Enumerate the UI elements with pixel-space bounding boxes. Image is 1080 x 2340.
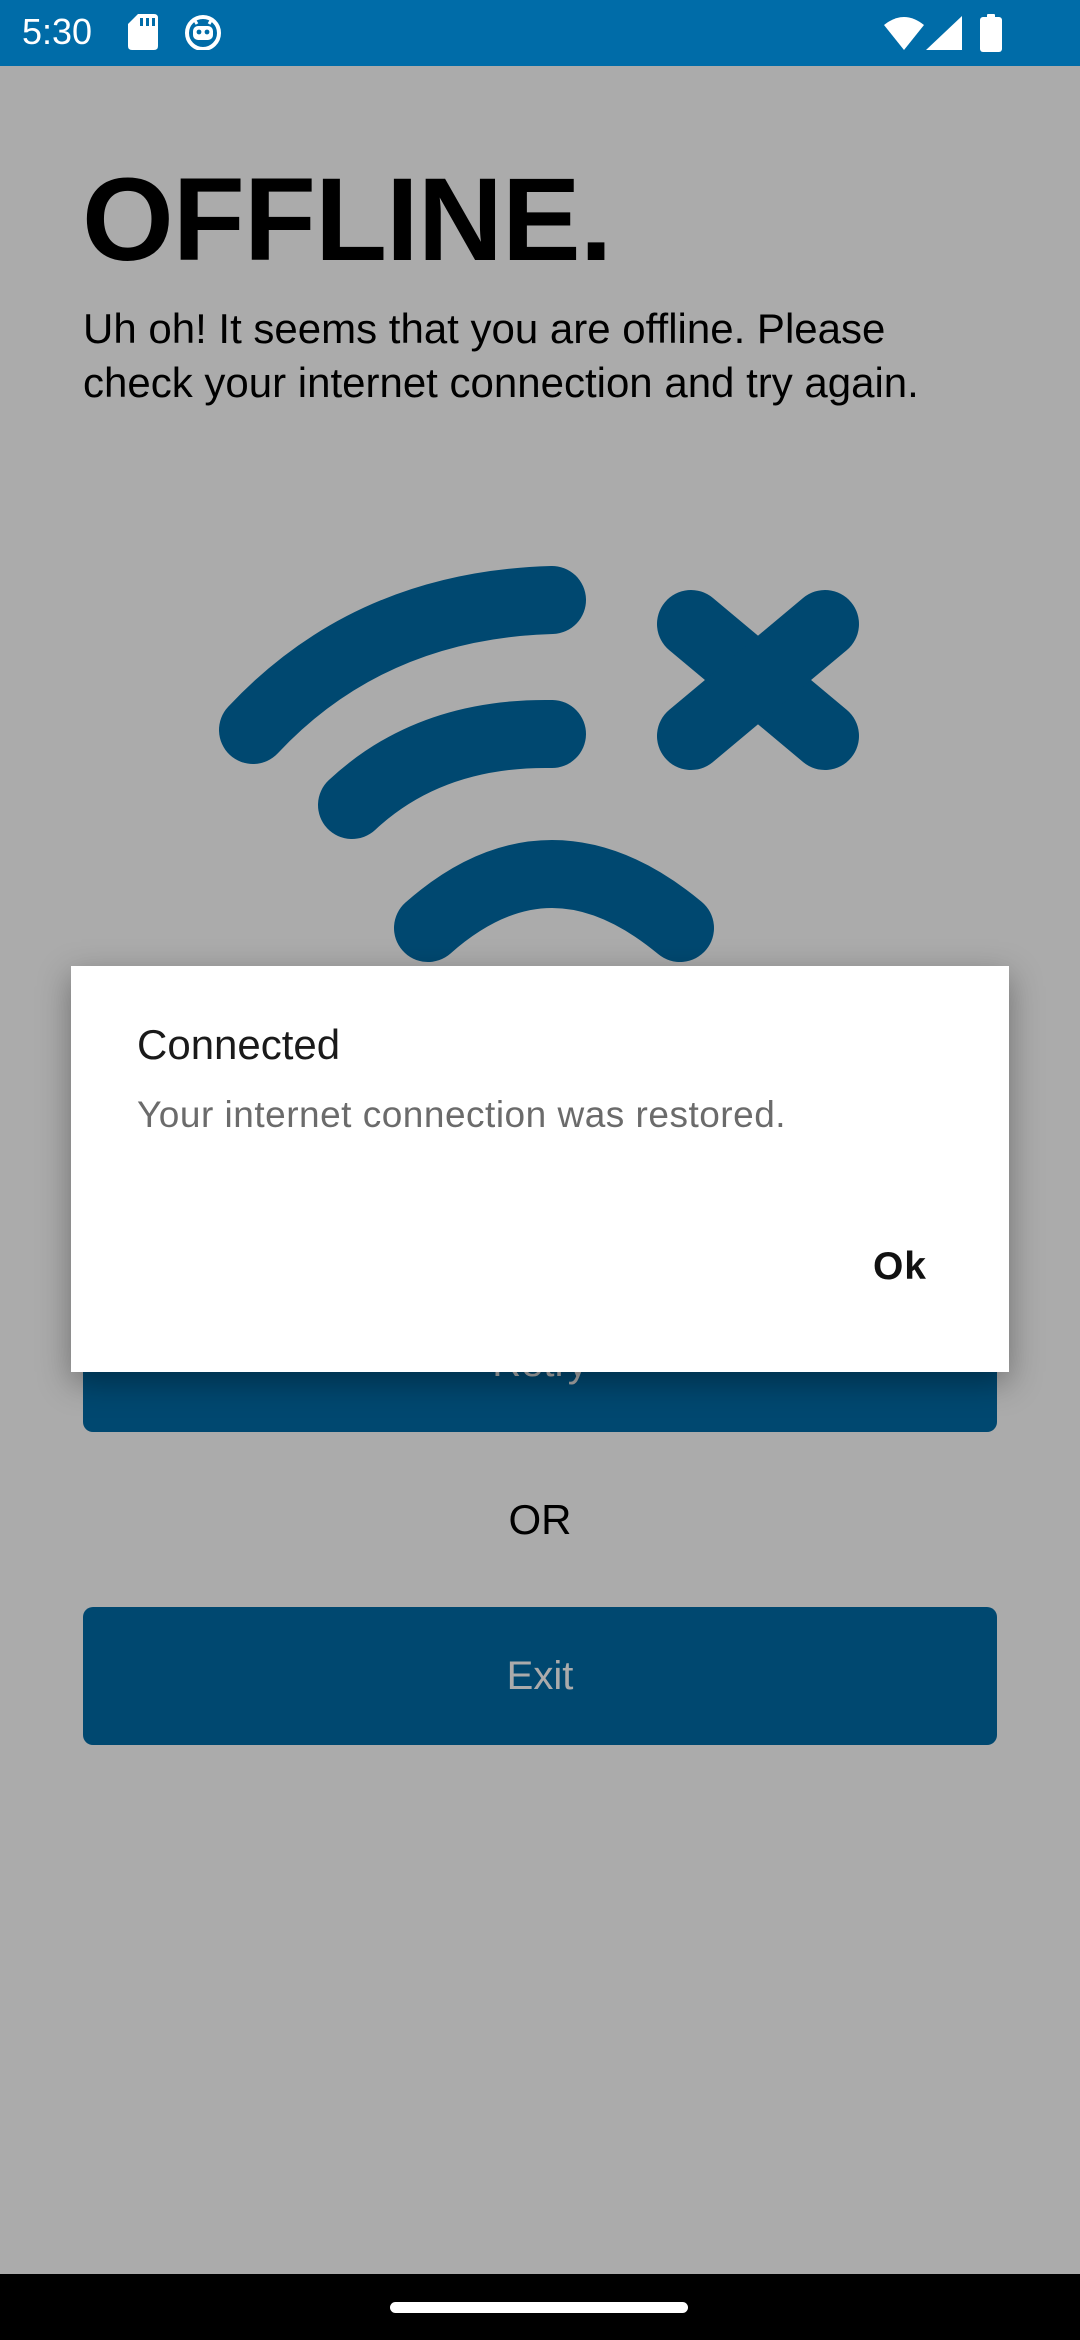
status-time: 5:30 (22, 11, 93, 52)
status-bar: 5:30 (0, 0, 1080, 66)
battery-icon (980, 14, 1002, 57)
home-indicator[interactable] (390, 2302, 688, 2313)
wifi-icon (884, 16, 924, 55)
dialog-message: Your internet connection was restored. (137, 1094, 787, 1135)
sd-card-icon (128, 14, 158, 55)
cellular-signal-icon (926, 16, 962, 55)
connected-dialog: Connected Your internet connection was r… (71, 966, 1009, 1372)
offline-screen: 5:30 OFFLINE. Uh oh! It seems that you a… (0, 0, 1080, 2340)
dialog-title: Connected (137, 1021, 341, 1068)
android-debug-icon (184, 14, 222, 55)
ok-button[interactable]: Ok (857, 1230, 943, 1304)
